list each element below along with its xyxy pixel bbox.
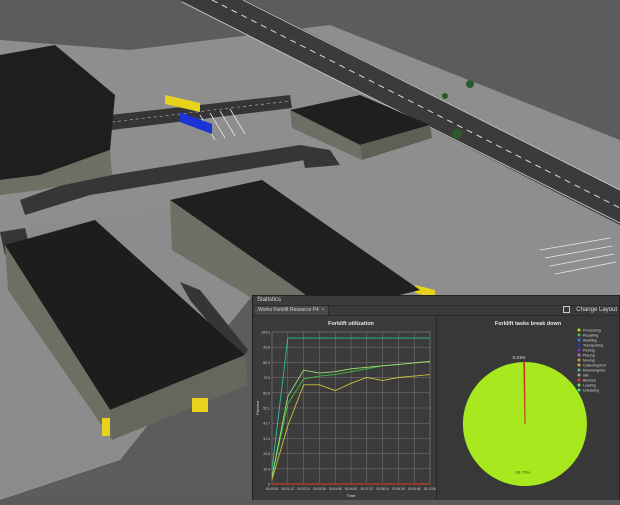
pie-data-label: 99.79%	[515, 470, 530, 475]
statistics-toolbar: Works Forklift Resource P4 × Change Layou…	[253, 306, 619, 316]
tasks-pie-chart: Forklift tasks break down 0.21% 99.79% Proc…	[462, 321, 606, 486]
chart-title: Forklift utilization	[328, 321, 374, 327]
legend-marker	[577, 383, 581, 387]
legend-marker	[577, 388, 581, 392]
x-tick-label: 00:09:36	[392, 487, 405, 491]
statistics-window[interactable]: Statistics Works Forklift Resource P4 × C…	[252, 295, 620, 500]
legend-label: Repairing	[583, 333, 598, 337]
pie-title: Forklift tasks break down	[495, 321, 562, 327]
utilization-line-chart: Forklift utilization 0 10.4 20.8 31.3 41.7 52.…	[255, 321, 436, 498]
tasks-pie-chart-pane: Forklift tasks break down 0.21% 99.79% Proc…	[437, 316, 619, 500]
y-tick-label: 83.3	[263, 361, 270, 365]
x-tick-label: 00:07:12	[361, 487, 374, 491]
pie-data-label: 0.21%	[513, 355, 526, 360]
legend-label: Collecting/Out	[583, 363, 606, 367]
legend-label: Blocked	[583, 378, 596, 382]
layout-icon	[563, 306, 571, 313]
legend-label: Moving	[583, 358, 595, 362]
x-tick-label: 00:02:24	[297, 487, 310, 491]
x-tick-label: 00:06:00	[345, 487, 358, 491]
x-tick-label: 00:00:00	[266, 487, 279, 491]
x-tick-label: 00:01:12	[282, 487, 295, 491]
y-tick-label: 104.2	[261, 331, 270, 335]
change-layout-button[interactable]: Change Layout	[563, 306, 617, 315]
y-tick-label: 52.1	[263, 407, 270, 411]
legend-marker	[577, 378, 581, 382]
x-tick-label: 00:10:48	[408, 487, 421, 491]
legend-marker	[577, 363, 581, 367]
window-title: Statistics	[253, 296, 619, 306]
legend-marker	[577, 343, 581, 347]
legend-label: Picking	[583, 348, 595, 352]
legend-marker	[577, 328, 581, 332]
legend-label: Returning/Out	[583, 368, 605, 372]
legend-label: Awaiting	[583, 338, 597, 342]
tab-close-icon[interactable]: ×	[322, 307, 325, 313]
x-axis-label: Time	[347, 493, 357, 498]
y-tick-label: 93.8	[263, 346, 270, 350]
legend-marker	[577, 368, 581, 372]
legend-marker	[577, 373, 581, 377]
x-tick-label: 00:04:48	[329, 487, 342, 491]
legend-label: Idle	[583, 373, 589, 377]
legend-marker	[577, 338, 581, 342]
tab-label: Works Forklift Resource P4	[258, 307, 319, 313]
legend-label: Processing	[583, 328, 601, 332]
y-tick-label: 0	[268, 483, 270, 487]
y-axis-label: Percent	[255, 400, 260, 415]
legend-marker	[577, 348, 581, 352]
utilization-chart-pane: Forklift utilization 0 10.4 20.8 31.3 41.7 52.…	[254, 316, 437, 500]
y-tick-label: 72.9	[263, 376, 270, 380]
legend-marker	[577, 358, 581, 362]
change-layout-label: Change Layout	[576, 307, 617, 314]
y-tick-label: 20.8	[263, 452, 270, 456]
x-tick-label: 00:03:36	[313, 487, 326, 491]
legend-label: Transporting	[583, 343, 603, 347]
x-tick-label: 00:08:24	[376, 487, 389, 491]
legend-label: Loading	[583, 383, 596, 387]
legend-label: Unloading	[583, 388, 599, 392]
y-tick-label: 41.7	[263, 422, 270, 426]
x-tick-label: 00:12:00	[424, 487, 436, 491]
y-tick-label: 31.3	[263, 437, 270, 441]
y-tick-label: 10.4	[263, 467, 270, 471]
legend-marker	[577, 333, 581, 337]
tab-forklift-resource[interactable]: Works Forklift Resource P4 ×	[255, 306, 329, 315]
legend-marker	[577, 353, 581, 357]
legend-label: Placing	[583, 353, 595, 357]
y-tick-label: 62.5	[263, 391, 270, 395]
